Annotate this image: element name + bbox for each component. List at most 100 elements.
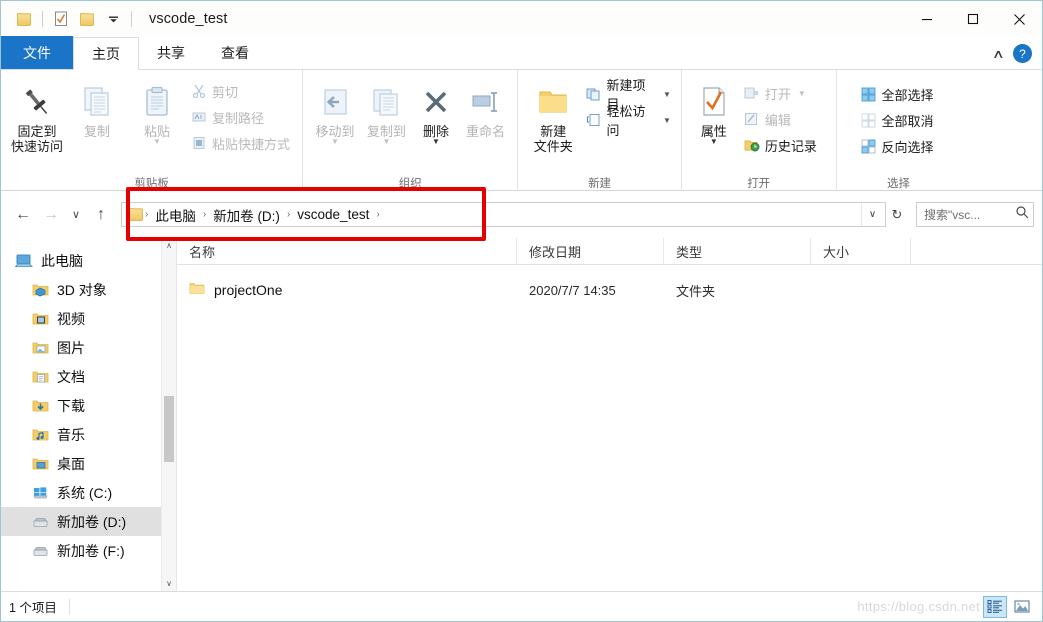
qat-dropdown-button[interactable] xyxy=(100,6,126,32)
breadcrumb-separator[interactable]: › xyxy=(143,209,150,220)
collapse-ribbon-button[interactable]: ∧ xyxy=(992,47,1005,61)
back-button[interactable]: ← xyxy=(9,201,37,229)
ribbon-group-select: 全部选择 全部取消 反向选择 选择 xyxy=(837,70,1043,191)
sidebar-item-pictures[interactable]: 图片 xyxy=(1,333,176,362)
breadcrumb-separator[interactable]: › xyxy=(285,209,292,220)
maximize-button[interactable] xyxy=(950,1,996,37)
breadcrumb-item-drive-d[interactable]: 新加卷 (D:) xyxy=(208,205,285,225)
ribbon-group-open: 属性 ▼ 打开 ▼ 编辑 历史记录 打开 xyxy=(682,70,837,191)
divider xyxy=(42,11,43,27)
ribbon-button-edit[interactable]: 编辑 xyxy=(740,107,821,131)
ribbon-button-invert-selection[interactable]: 反向选择 xyxy=(857,134,938,158)
sidebar-item-label: 新加卷 (F:) xyxy=(57,542,125,559)
ribbon-small-buttons-clipboard: 剪切 复制路径 粘贴快捷方式 xyxy=(187,76,294,155)
search-input[interactable]: 搜索"vsc... xyxy=(924,206,1015,223)
sidebar-item-desktop[interactable]: 桌面 xyxy=(1,449,176,478)
table-row[interactable]: projectOne 2020/7/7 14:35 文件夹 xyxy=(177,276,1042,304)
view-toggle-buttons xyxy=(983,595,1034,618)
column-header-name[interactable]: 名称 xyxy=(177,237,517,265)
ribbon-button-paste-shortcut[interactable]: 粘贴快捷方式 xyxy=(187,131,294,155)
scrollbar-thumb[interactable] xyxy=(164,396,174,462)
folder-icon xyxy=(129,208,143,221)
3d-objects-icon xyxy=(31,281,49,298)
ribbon-button-history[interactable]: 历史记录 xyxy=(740,133,821,157)
refresh-button[interactable]: ↻ xyxy=(886,207,908,223)
properties-icon xyxy=(54,11,67,26)
chevron-down-icon: ▼ xyxy=(432,137,440,146)
breadcrumb-item-this-pc[interactable]: 此电脑 xyxy=(150,205,201,225)
ribbon-button-easy-access[interactable]: 轻松访问 ▼ xyxy=(582,104,675,138)
up-button[interactable]: ↑ xyxy=(87,201,115,229)
new-folder-icon xyxy=(80,12,94,26)
large-icons-view-button[interactable] xyxy=(1010,596,1034,618)
ribbon-button-rename[interactable]: 重命名 xyxy=(460,76,511,139)
close-button[interactable] xyxy=(996,1,1042,37)
sidebar-item-this-pc[interactable]: 此电脑 xyxy=(1,246,176,275)
address-bar: ← → ∨ ↑ › 此电脑 › 新加卷 (D:) › vscode_test ›… xyxy=(1,191,1042,238)
forward-button[interactable]: → xyxy=(37,201,65,229)
column-header-date[interactable]: 修改日期 xyxy=(517,237,664,265)
ribbon-button-paste[interactable]: 粘贴 ▼ xyxy=(127,76,187,146)
ribbon-group-organize: 移动到 ▼ 复制到 ▼ 删除 ▼ 重命名 组织 xyxy=(303,70,519,191)
sidebar-item-drive-f[interactable]: 新加卷 (F:) xyxy=(1,536,176,565)
sidebar-item-videos[interactable]: 视频 xyxy=(1,304,176,333)
tab-home[interactable]: 主页 xyxy=(73,37,139,70)
details-view-icon xyxy=(987,600,1002,613)
pictures-icon xyxy=(31,339,49,356)
maximize-icon xyxy=(967,13,979,25)
ribbon-button-copy[interactable]: 复制 xyxy=(67,76,127,139)
ribbon-button-new-folder[interactable]: 新建 文件夹 xyxy=(524,76,582,154)
tab-share[interactable]: 共享 xyxy=(139,36,203,69)
sidebar-item-system-c[interactable]: 系统 (C:) xyxy=(1,478,176,507)
ribbon-button-label: 全部取消 xyxy=(881,113,934,129)
ribbon-button-copy-to[interactable]: 复制到 ▼ xyxy=(361,76,412,146)
qat-folder-icon[interactable] xyxy=(11,6,37,32)
chevron-down-icon: ▼ xyxy=(662,89,671,99)
drive-icon xyxy=(31,513,49,530)
ribbon-button-select-all[interactable]: 全部选择 xyxy=(857,82,938,106)
ribbon-button-move-to[interactable]: 移动到 ▼ xyxy=(309,76,360,146)
qat-new-folder-icon[interactable] xyxy=(74,6,100,32)
sidebar-item-documents[interactable]: 文档 xyxy=(1,362,176,391)
ribbon-button-properties[interactable]: 属性 ▼ xyxy=(688,76,740,146)
paste-shortcut-icon xyxy=(191,135,207,151)
search-box[interactable]: 搜索"vsc... xyxy=(916,202,1034,227)
scroll-up-button[interactable]: ∧ xyxy=(162,238,177,253)
status-bar: 1 个项目 https://blog.csdn.net xyxy=(1,591,1042,621)
scroll-down-button[interactable]: ∨ xyxy=(162,576,177,591)
column-header-type[interactable]: 类型 xyxy=(664,237,811,265)
tab-view[interactable]: 查看 xyxy=(203,36,267,69)
breadcrumb-item-vscode-test[interactable]: vscode_test xyxy=(292,207,374,222)
sidebar-item-downloads[interactable]: 下载 xyxy=(1,391,176,420)
file-date-cell: 2020/7/7 14:35 xyxy=(529,282,616,298)
minimize-icon xyxy=(922,19,932,21)
ribbon-button-delete[interactable]: 删除 ▼ xyxy=(412,76,460,146)
breadcrumb-separator[interactable]: › xyxy=(374,209,381,220)
breadcrumb: › 此电脑 › 新加卷 (D:) › vscode_test › xyxy=(143,205,861,225)
sidebar-item-drive-d[interactable]: 新加卷 (D:) xyxy=(1,507,176,536)
sidebar-item-3d-objects[interactable]: 3D 对象 xyxy=(1,275,176,304)
column-headers: 名称 修改日期 类型 大小 xyxy=(177,237,1042,265)
minimize-button[interactable] xyxy=(904,1,950,37)
ribbon-button-select-none[interactable]: 全部取消 xyxy=(857,108,938,132)
ribbon-button-label: 重命名 xyxy=(466,124,506,139)
address-input[interactable]: › 此电脑 › 新加卷 (D:) › vscode_test › ∨ xyxy=(121,202,886,227)
ribbon-button-pin-to-quick-access[interactable]: 固定到 快速访问 xyxy=(7,76,67,154)
help-button[interactable]: ? xyxy=(1013,44,1032,63)
recent-locations-button[interactable]: ∨ xyxy=(65,201,87,229)
qat-properties-icon[interactable] xyxy=(48,6,74,32)
file-list-pane: 名称 修改日期 类型 大小 projectOne 2020/7/7 14:35 xyxy=(177,237,1042,591)
ribbon-button-label: 打开 xyxy=(764,86,791,102)
breadcrumb-separator[interactable]: › xyxy=(201,209,208,220)
sidebar-item-music[interactable]: 音乐 xyxy=(1,420,176,449)
column-header-size[interactable]: 大小 xyxy=(811,237,911,265)
ribbon-button-open[interactable]: 打开 ▼ xyxy=(740,81,821,105)
chevron-down-icon: ▼ xyxy=(662,115,671,125)
address-dropdown-button[interactable]: ∨ xyxy=(861,203,883,226)
sidebar-scrollbar[interactable]: ∧ ∨ xyxy=(161,238,176,591)
details-view-button[interactable] xyxy=(983,595,1007,618)
ribbon-button-cut[interactable]: 剪切 xyxy=(187,79,294,103)
tab-file[interactable]: 文件 xyxy=(1,36,73,69)
properties-icon xyxy=(698,80,730,124)
ribbon-button-copy-path[interactable]: 复制路径 xyxy=(187,105,294,129)
